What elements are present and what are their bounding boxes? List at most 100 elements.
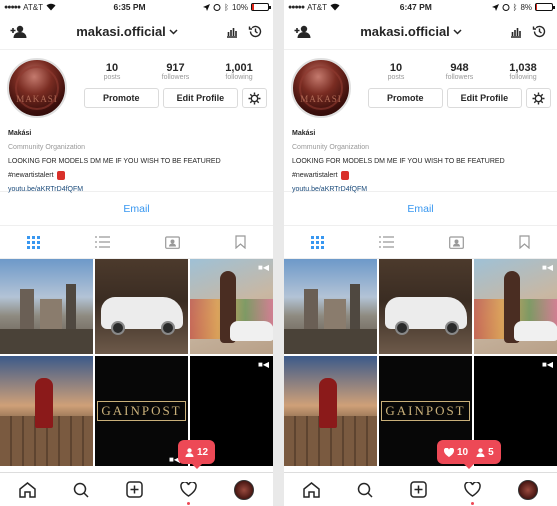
signal-icon: ●●●●● bbox=[4, 3, 21, 11]
post-thumbnail[interactable]: GAINPOST■◀ bbox=[95, 356, 188, 466]
post-thumbnail[interactable] bbox=[284, 259, 377, 354]
bluetooth-icon: ᛒ bbox=[224, 2, 229, 12]
alarm-icon bbox=[502, 3, 510, 11]
stat-followers[interactable]: 917 followers bbox=[148, 62, 204, 81]
grid-icon[interactable] bbox=[27, 235, 41, 249]
stat-posts[interactable]: 10 posts bbox=[84, 62, 140, 81]
follows-count: 5 bbox=[476, 447, 494, 458]
edit-profile-button[interactable]: Edit Profile bbox=[446, 88, 523, 108]
post-grid: ■◀ GAINPOST■◀ ■◀ bbox=[0, 259, 273, 466]
camera-video-icon: ■◀ bbox=[542, 263, 553, 272]
account-switcher[interactable]: makasi.official bbox=[76, 24, 178, 39]
profile-actions: Promote Edit Profile bbox=[84, 88, 267, 108]
post-thumbnail[interactable] bbox=[379, 259, 472, 354]
likes-number: 10 bbox=[457, 446, 469, 458]
bottom-tab-bar bbox=[284, 472, 557, 506]
history-icon[interactable] bbox=[532, 24, 547, 39]
battery-percent: 8% bbox=[520, 2, 532, 12]
profile-avatar-tab[interactable] bbox=[518, 479, 539, 500]
stat-following[interactable]: 1,038 following bbox=[495, 62, 551, 81]
stat-posts[interactable]: 10 posts bbox=[368, 62, 424, 81]
follows-count: 12 bbox=[185, 447, 208, 458]
email-button[interactable]: Email bbox=[407, 203, 433, 215]
carrier-label: AT&T bbox=[23, 2, 43, 12]
post-thumbnail[interactable] bbox=[284, 356, 377, 466]
home-icon[interactable] bbox=[18, 481, 36, 498]
new-post-icon[interactable] bbox=[410, 481, 427, 498]
phone-screen-before: ●●●●● AT&T 6:35 PM ᛒ 10% makasi.official bbox=[0, 0, 273, 506]
profile-avatar[interactable]: MAKASI bbox=[7, 58, 67, 118]
chevron-down-icon bbox=[453, 28, 462, 35]
profile-header: makasi.official bbox=[0, 14, 273, 50]
camera-video-icon: ■◀ bbox=[542, 360, 553, 369]
history-icon[interactable] bbox=[248, 24, 263, 39]
bottom-tab-bar bbox=[0, 472, 273, 506]
gear-icon[interactable] bbox=[526, 88, 551, 108]
bio-name: Makási bbox=[8, 130, 32, 137]
wifi-icon bbox=[46, 3, 56, 11]
promote-button[interactable]: Promote bbox=[84, 88, 159, 108]
signal-icon: ●●●●● bbox=[288, 3, 305, 11]
promote-button[interactable]: Promote bbox=[368, 88, 443, 108]
post-thumbnail[interactable] bbox=[0, 259, 93, 354]
bluetooth-icon: ᛒ bbox=[512, 2, 518, 12]
likes-count: 10 bbox=[444, 447, 468, 458]
profile-avatar-tab[interactable] bbox=[234, 479, 255, 500]
activity-notification[interactable]: 10 5 bbox=[437, 440, 501, 469]
bio-text: LOOKING FOR MODELS DM ME IF YOU WISH TO … bbox=[8, 158, 221, 165]
post-thumbnail[interactable] bbox=[0, 356, 93, 466]
battery-icon bbox=[535, 3, 555, 11]
insights-icon[interactable] bbox=[510, 26, 522, 38]
add-person-icon[interactable] bbox=[294, 25, 312, 39]
post-thumbnail[interactable]: ■◀ bbox=[190, 259, 273, 354]
bookmark-icon[interactable] bbox=[519, 235, 530, 249]
post-thumbnail[interactable]: ■◀ bbox=[474, 259, 557, 354]
activity-notification[interactable]: 12 bbox=[178, 440, 216, 469]
person-icon bbox=[185, 447, 194, 457]
home-icon[interactable] bbox=[302, 481, 320, 498]
stat-value: 917 bbox=[166, 62, 185, 74]
follows-number: 12 bbox=[197, 446, 209, 458]
tagged-icon[interactable] bbox=[448, 235, 464, 249]
stat-label: followers bbox=[161, 74, 190, 81]
account-switcher[interactable]: makasi.official bbox=[360, 24, 462, 39]
new-post-icon[interactable] bbox=[126, 481, 143, 498]
tagged-icon[interactable] bbox=[164, 235, 180, 249]
stat-following[interactable]: 1,001 following bbox=[211, 62, 267, 81]
stat-followers[interactable]: 948 followers bbox=[432, 62, 488, 81]
stat-label: following bbox=[225, 74, 253, 81]
profile-summary: MAKASI 10 posts 917 followers 1,001 foll… bbox=[0, 50, 273, 118]
search-icon[interactable] bbox=[357, 482, 373, 498]
edit-profile-button[interactable]: Edit Profile bbox=[162, 88, 239, 108]
stat-label: posts bbox=[387, 74, 405, 81]
bio-hashtag[interactable]: #newartistalert bbox=[292, 172, 338, 179]
add-person-icon[interactable] bbox=[10, 25, 28, 39]
profile-summary: MAKASI 10 posts 948 followers 1,038 foll… bbox=[284, 50, 557, 118]
bio-category: Community Organization bbox=[292, 144, 370, 151]
person-icon bbox=[476, 447, 485, 457]
insights-icon[interactable] bbox=[226, 26, 238, 38]
gainpost-text: GAINPOST bbox=[381, 401, 470, 421]
chevron-down-icon bbox=[169, 28, 178, 35]
heart-icon[interactable] bbox=[180, 482, 197, 505]
bio-hashtag[interactable]: #newartistalert bbox=[8, 172, 54, 179]
status-time: 6:35 PM bbox=[113, 2, 146, 12]
profile-bio: Makási Community Organization LOOKING FO… bbox=[0, 115, 273, 193]
siren-emoji-icon bbox=[340, 170, 349, 180]
gear-icon[interactable] bbox=[242, 88, 267, 108]
bookmark-icon[interactable] bbox=[235, 235, 246, 249]
profile-avatar[interactable]: MAKASI bbox=[291, 58, 351, 118]
follows-number: 5 bbox=[488, 446, 494, 458]
post-thumbnail[interactable] bbox=[95, 259, 188, 354]
search-icon[interactable] bbox=[73, 482, 89, 498]
battery-fill bbox=[251, 4, 254, 10]
email-button[interactable]: Email bbox=[123, 203, 149, 215]
list-icon[interactable] bbox=[379, 236, 395, 248]
camera-video-icon: ■◀ bbox=[258, 360, 269, 369]
grid-icon[interactable] bbox=[311, 235, 325, 249]
list-icon[interactable] bbox=[95, 236, 111, 248]
bio-name: Makási bbox=[292, 130, 316, 137]
alarm-icon bbox=[213, 3, 221, 11]
status-bar: ●●●●● AT&T 6:35 PM ᛒ 10% bbox=[0, 0, 273, 14]
heart-icon[interactable] bbox=[464, 482, 481, 505]
